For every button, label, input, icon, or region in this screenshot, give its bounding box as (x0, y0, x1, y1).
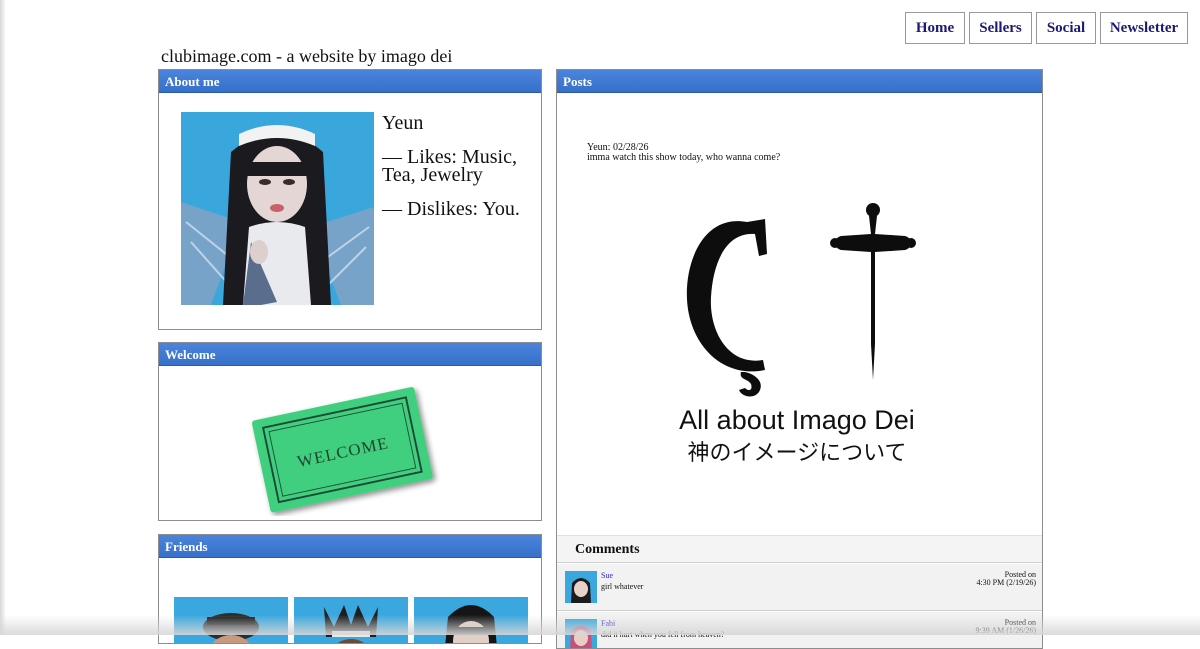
post-image[interactable]: All about Imago Dei 神のイメージについて (647, 194, 937, 484)
post-body: imma watch this show today, who wanna co… (587, 152, 781, 163)
commenter-avatar[interactable] (565, 619, 597, 648)
welcome-mat-illustration: WELCOME (251, 387, 433, 513)
window-edge (0, 0, 6, 635)
about-me-header: About me (159, 70, 541, 93)
top-nav: Home Sellers Social Newsletter (905, 12, 1188, 44)
welcome-header: Welcome (159, 343, 541, 366)
nav-sellers-button[interactable]: Sellers (969, 12, 1032, 44)
about-me-text: Yeun — Likes: Music, Tea, Jewelry — Disl… (382, 112, 532, 234)
comment-timestamp: Posted on 4:30 PM (2/19/26) (976, 570, 1036, 587)
logo-title: All about Imago Dei (679, 405, 915, 435)
friend-avatar-3[interactable] (414, 597, 528, 643)
comment-item: Sue girl whatever Posted on 4:30 PM (2/1… (557, 564, 1042, 611)
site-title: clubimage.com - a website by imago dei (161, 46, 453, 66)
profile-likes: — Likes: Music, Tea, Jewelry (382, 146, 517, 186)
nav-social-button[interactable]: Social (1036, 12, 1096, 44)
imago-dei-logo: All about Imago Dei 神のイメージについて (679, 203, 916, 466)
profile-dislikes: — Dislikes: You. (382, 198, 520, 220)
nav-newsletter-button[interactable]: Newsletter (1100, 12, 1188, 44)
profile-avatar-image (181, 112, 374, 305)
profile-name: Yeun (382, 112, 424, 134)
comment-text: girl whatever (601, 582, 644, 591)
profile-avatar-illustration (181, 112, 374, 305)
comment-timestamp: Posted on 9:39 AM (1/26/26) (975, 618, 1036, 635)
comment-item: Fabi did it hurt when you fell from heav… (557, 612, 1042, 648)
welcome-panel: Welcome WELCOME (158, 342, 542, 521)
post-entry: Yeun: 02/28/26 imma watch this show toda… (587, 143, 787, 163)
about-me-panel: About me Yeun — Likes: Music, Tea, Jewel… (158, 69, 542, 330)
commenter-name[interactable]: Sue (601, 571, 613, 580)
friend-avatar-2[interactable] (294, 597, 408, 643)
posts-header: Posts (557, 70, 1042, 93)
posts-panel: Posts Yeun: 02/28/26 imma watch this sho… (556, 69, 1043, 649)
nav-home-button[interactable]: Home (905, 12, 965, 44)
friends-header: Friends (159, 535, 541, 558)
welcome-mat-image: WELCOME (241, 381, 441, 516)
commenter-avatar[interactable] (565, 571, 597, 603)
friend-avatar-1[interactable] (174, 597, 288, 643)
commenter-name[interactable]: Fabi (601, 619, 615, 628)
comments-header: Comments (557, 535, 1042, 563)
logo-subtitle: 神のイメージについて (688, 441, 907, 466)
friends-panel: Friends (158, 534, 542, 644)
